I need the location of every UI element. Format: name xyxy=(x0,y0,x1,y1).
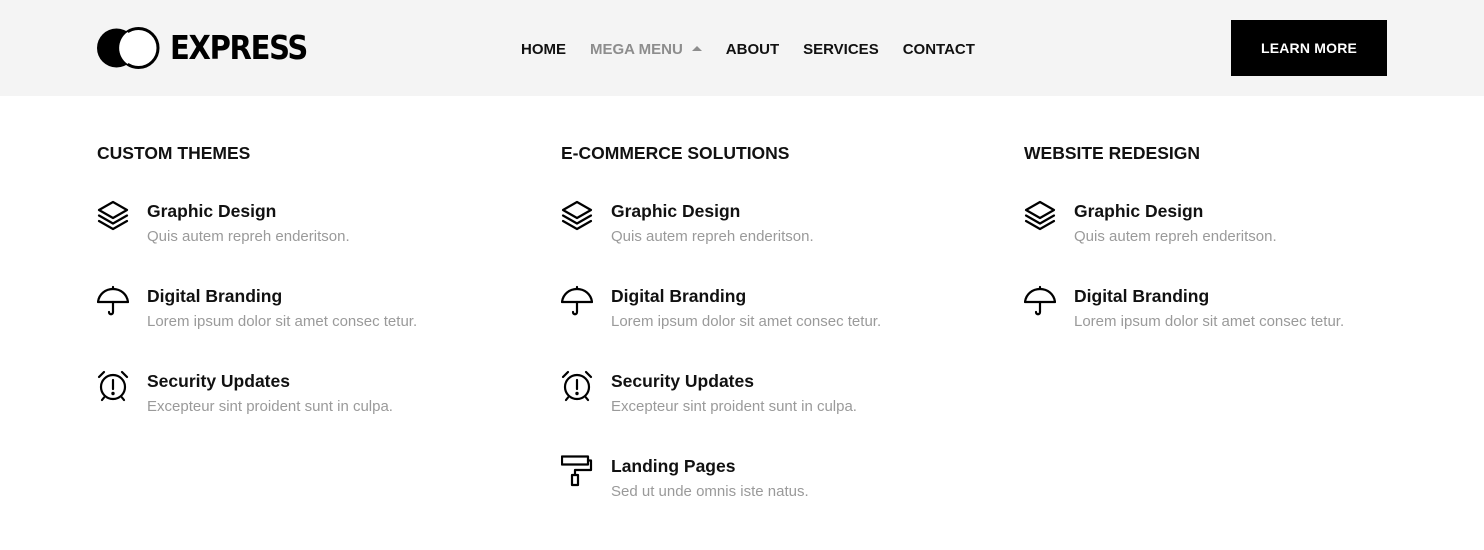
item-title: Graphic Design xyxy=(611,201,741,221)
item-description: Sed ut unde omnis iste natus. xyxy=(611,483,809,500)
two-circles-logo-icon xyxy=(97,27,160,69)
brand-name: EXPRESS xyxy=(170,28,308,67)
item-title: Security Updates xyxy=(611,371,754,391)
item-description: Quis autem repreh enderitson. xyxy=(1074,228,1277,245)
alarm-clock-icon xyxy=(97,370,129,402)
layers-icon xyxy=(1024,200,1056,232)
column-title: CUSTOM THEMES xyxy=(97,143,251,163)
menu-item-digital-branding[interactable]: Digital Branding Lorem ipsum dolor sit a… xyxy=(97,285,517,345)
menu-item-landing-pages[interactable]: Landing Pages Sed ut unde omnis iste nat… xyxy=(561,455,981,515)
main-nav: HOME MEGA MENU ABOUT SERVICES CONTACT xyxy=(521,38,999,60)
column-title: WEBSITE REDESIGN xyxy=(1024,143,1200,163)
nav-mega-menu[interactable]: MEGA MENU xyxy=(590,41,702,58)
nav-home[interactable]: HOME xyxy=(521,41,566,58)
item-description: Lorem ipsum dolor sit amet consec tetur. xyxy=(147,313,418,330)
item-title: Digital Branding xyxy=(147,286,283,306)
menu-item-digital-branding[interactable]: Digital Branding Lorem ipsum dolor sit a… xyxy=(1024,285,1444,345)
learn-more-button[interactable]: LEARN MORE xyxy=(1231,20,1387,76)
menu-column-custom-themes: CUSTOM THEMES Graphic Design Quis autem … xyxy=(97,142,517,415)
menu-column-website-redesign: WEBSITE REDESIGN Graphic Design Quis aut… xyxy=(1024,142,1444,330)
item-description: Lorem ipsum dolor sit amet consec tetur. xyxy=(611,313,882,330)
brand-logo[interactable]: EXPRESS xyxy=(96,26,326,70)
menu-column-e-commerce-solutions: E-COMMERCE SOLUTIONS Graphic Design Quis… xyxy=(561,142,981,500)
umbrella-icon xyxy=(1024,285,1056,317)
nav-about[interactable]: ABOUT xyxy=(726,41,779,58)
item-description: Quis autem repreh enderitson. xyxy=(611,228,814,245)
menu-item-security-updates[interactable]: Security Updates Excepteur sint proident… xyxy=(97,370,517,430)
umbrella-icon xyxy=(561,285,593,317)
nav-mega-menu-label: MEGA MENU xyxy=(590,40,683,58)
column-title: E-COMMERCE SOLUTIONS xyxy=(561,143,790,163)
item-title: Landing Pages xyxy=(611,456,736,476)
item-title: Graphic Design xyxy=(1074,201,1204,221)
menu-item-graphic-design[interactable]: Graphic Design Quis autem repreh enderit… xyxy=(561,200,981,260)
site-header: EXPRESS HOME MEGA MENU ABOUT SERVICES CO… xyxy=(0,0,1484,96)
layers-icon xyxy=(561,200,593,232)
item-description: Excepteur sint proident sunt in culpa. xyxy=(147,398,393,415)
item-title: Digital Branding xyxy=(611,286,747,306)
menu-item-graphic-design[interactable]: Graphic Design Quis autem repreh enderit… xyxy=(1024,200,1444,260)
item-description: Excepteur sint proident sunt in culpa. xyxy=(611,398,857,415)
item-title: Security Updates xyxy=(147,371,290,391)
caret-up-icon xyxy=(691,45,702,51)
menu-item-graphic-design[interactable]: Graphic Design Quis autem repreh enderit… xyxy=(97,200,517,260)
layers-icon xyxy=(97,200,129,232)
item-title: Graphic Design xyxy=(147,201,277,221)
alarm-clock-icon xyxy=(561,370,593,402)
menu-item-security-updates[interactable]: Security Updates Excepteur sint proident… xyxy=(561,370,981,430)
paint-roller-icon xyxy=(561,455,593,487)
nav-services[interactable]: SERVICES xyxy=(803,41,879,58)
item-description: Quis autem repreh enderitson. xyxy=(147,228,350,245)
nav-contact[interactable]: CONTACT xyxy=(903,41,975,58)
item-title: Digital Branding xyxy=(1074,286,1210,306)
umbrella-icon xyxy=(97,285,129,317)
menu-item-digital-branding[interactable]: Digital Branding Lorem ipsum dolor sit a… xyxy=(561,285,981,345)
item-description: Lorem ipsum dolor sit amet consec tetur. xyxy=(1074,313,1345,330)
